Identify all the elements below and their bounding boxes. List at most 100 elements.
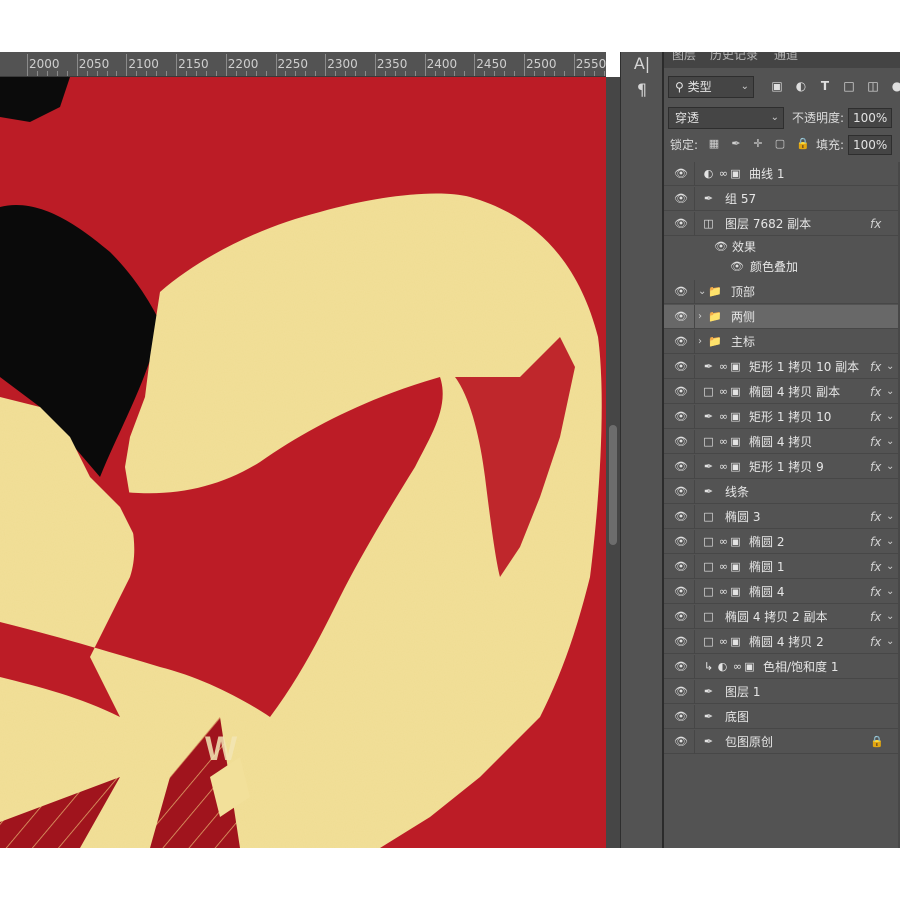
- layer-name[interactable]: 椭圆 2: [749, 530, 784, 554]
- layer-name[interactable]: 图层 1: [725, 680, 760, 704]
- layer-row[interactable]: 👁 ↳ ◐ ∞ ▣ 色相/饱和度 1: [664, 655, 898, 679]
- filter-kind-select[interactable]: ⚲ 类型 ⌄: [668, 76, 754, 98]
- blend-mode-select[interactable]: 穿透 ⌄: [668, 107, 784, 129]
- layer-name[interactable]: 主标: [731, 330, 755, 354]
- layer-row[interactable]: 👁 ✒ ∞ ▣ 矩形 1 拷贝 10 副本 fx ⌄: [664, 355, 898, 379]
- layer-mask-icon[interactable]: ▣: [729, 560, 742, 573]
- visibility-eye-icon[interactable]: 👁: [674, 168, 688, 180]
- pixel-filter-icon[interactable]: ▣: [770, 79, 784, 93]
- layer-name[interactable]: 椭圆 1: [749, 555, 784, 579]
- visibility-eye-icon[interactable]: 👁: [674, 193, 688, 205]
- chevron-down-icon[interactable]: ⌄: [886, 605, 894, 629]
- document-canvas[interactable]: W: [0, 77, 606, 848]
- visibility-eye-icon[interactable]: 👁: [674, 736, 688, 748]
- chevron-down-icon[interactable]: ⌄: [886, 530, 894, 554]
- visibility-eye-icon[interactable]: 👁: [674, 386, 688, 398]
- visibility-eye-icon[interactable]: 👁: [674, 311, 688, 323]
- visibility-eye-icon[interactable]: 👁: [674, 336, 688, 348]
- layer-name[interactable]: 图层 7682 副本: [725, 212, 811, 236]
- layer-mask-icon[interactable]: ▣: [729, 460, 742, 473]
- fill-input[interactable]: 100%: [848, 135, 892, 155]
- layer-row[interactable]: 👁 ◐ ∞ ▣ 曲线 1: [664, 162, 898, 186]
- visibility-eye-icon[interactable]: 👁: [674, 561, 688, 573]
- layer-name[interactable]: 椭圆 4 拷贝 副本: [749, 380, 840, 404]
- visibility-eye-icon[interactable]: 👁: [714, 241, 728, 253]
- visibility-eye-icon[interactable]: 👁: [674, 536, 688, 548]
- visibility-eye-icon[interactable]: 👁: [674, 636, 688, 648]
- layer-name[interactable]: 椭圆 4: [749, 580, 784, 604]
- layer-effects-icon[interactable]: fx: [870, 555, 881, 579]
- layer-name[interactable]: 线条: [725, 480, 749, 504]
- visibility-eye-icon[interactable]: 👁: [674, 461, 688, 473]
- layer-effects-icon[interactable]: fx: [870, 455, 881, 479]
- layer-row[interactable]: 👁 › 📁 主标: [664, 330, 898, 354]
- lock-transparency-icon[interactable]: ▦: [708, 138, 720, 150]
- horizontal-ruler[interactable]: 2000 2050 2100 2150 2200 2250 2300 2350 2400 2450…: [0, 52, 606, 77]
- layer-mask-icon[interactable]: ▣: [729, 360, 742, 373]
- visibility-eye-icon[interactable]: 👁: [674, 711, 688, 723]
- layer-name[interactable]: 矩形 1 拷贝 10: [749, 405, 831, 429]
- layer-row[interactable]: 👁 ✒ ∞ ▣ 矩形 1 拷贝 9 fx ⌄: [664, 455, 898, 479]
- layer-row[interactable]: 👁 ⌄ 📁 顶部: [664, 280, 898, 304]
- layer-row[interactable]: 👁 ✒ 图层 1: [664, 680, 898, 704]
- layer-row[interactable]: 👁 ◫ 图层 7682 副本 fx: [664, 212, 898, 236]
- visibility-eye-icon[interactable]: 👁: [674, 486, 688, 498]
- lock-all-icon[interactable]: 🔒: [796, 138, 810, 150]
- character-panel-icon[interactable]: A|: [633, 55, 651, 73]
- layer-effects-icon[interactable]: fx: [870, 530, 881, 554]
- chevron-down-icon[interactable]: ⌄: [886, 555, 894, 579]
- layer-row[interactable]: 👁 □ 椭圆 4 拷贝 2 副本 fx ⌄: [664, 605, 898, 629]
- visibility-eye-icon[interactable]: 👁: [674, 661, 688, 673]
- opacity-input[interactable]: 100%: [848, 108, 892, 128]
- visibility-eye-icon[interactable]: 👁: [674, 411, 688, 423]
- visibility-eye-icon[interactable]: 👁: [674, 511, 688, 523]
- chevron-down-icon[interactable]: ⌄: [886, 505, 894, 529]
- layer-effects-icon[interactable]: fx: [870, 505, 881, 529]
- layer-row[interactable]: 👁 □ ∞ ▣ 椭圆 4 fx ⌄: [664, 580, 898, 604]
- chevron-down-icon[interactable]: ⌄: [886, 405, 894, 429]
- layer-mask-icon[interactable]: ▣: [743, 660, 756, 673]
- layer-name[interactable]: 顶部: [731, 280, 755, 304]
- visibility-eye-icon[interactable]: 👁: [674, 686, 688, 698]
- layer-effects-icon[interactable]: fx: [870, 605, 881, 629]
- layer-mask-icon[interactable]: ▣: [729, 385, 742, 398]
- layer-row[interactable]: 👁 ✒ 包图原创 🔒: [664, 730, 898, 754]
- smart-object-filter-icon[interactable]: ◫: [866, 79, 880, 93]
- layer-name[interactable]: 矩形 1 拷贝 9: [749, 455, 824, 479]
- adjustment-filter-icon[interactable]: ◐: [794, 79, 808, 93]
- vertical-scrollbar[interactable]: [606, 77, 620, 848]
- chevron-down-icon[interactable]: ⌄: [698, 280, 706, 304]
- layer-name[interactable]: 椭圆 4 拷贝: [749, 430, 812, 454]
- chevron-right-icon[interactable]: ›: [698, 330, 702, 354]
- tab-channels[interactable]: 通道: [774, 52, 798, 63]
- layer-row[interactable]: 👁 ✒ 线条: [664, 480, 898, 504]
- layer-mask-icon[interactable]: ▣: [729, 585, 742, 598]
- visibility-eye-icon[interactable]: 👁: [674, 361, 688, 373]
- tab-layers[interactable]: 图层: [672, 52, 696, 63]
- layer-name[interactable]: 曲线 1: [749, 162, 784, 186]
- layer-mask-icon[interactable]: ▣: [729, 435, 742, 448]
- layer-effects-icon[interactable]: fx: [870, 405, 881, 429]
- chevron-down-icon[interactable]: ⌄: [886, 380, 894, 404]
- layer-effects-icon[interactable]: fx: [870, 355, 881, 379]
- layer-row[interactable]: 👁 □ ∞ ▣ 椭圆 4 拷贝 fx ⌄: [664, 430, 898, 454]
- layer-row[interactable]: 👁 □ ∞ ▣ 椭圆 1 fx ⌄: [664, 555, 898, 579]
- chevron-down-icon[interactable]: ⌄: [886, 630, 894, 654]
- layer-row[interactable]: 👁 □ ∞ ▣ 椭圆 4 拷贝 2 fx ⌄: [664, 630, 898, 654]
- visibility-eye-icon[interactable]: 👁: [674, 586, 688, 598]
- layer-effects-icon[interactable]: fx: [870, 580, 881, 604]
- lock-position-icon[interactable]: ✛: [752, 138, 764, 150]
- effect-item-row[interactable]: 👁 颜色叠加: [664, 257, 898, 277]
- layer-mask-icon[interactable]: ▣: [729, 167, 742, 180]
- layer-name[interactable]: 包图原创: [725, 730, 773, 754]
- effects-group-row[interactable]: 👁 效果: [664, 237, 898, 257]
- layer-row[interactable]: 👁 □ ∞ ▣ 椭圆 2 fx ⌄: [664, 530, 898, 554]
- layer-row[interactable]: 👁 □ ∞ ▣ 椭圆 4 拷贝 副本 fx ⌄: [664, 380, 898, 404]
- chevron-down-icon[interactable]: ⌄: [886, 580, 894, 604]
- layer-mask-icon[interactable]: ▣: [729, 635, 742, 648]
- layer-row[interactable]: 👁 ✒ 底图: [664, 705, 898, 729]
- filter-toggle-icon[interactable]: ●: [890, 79, 900, 93]
- layer-name[interactable]: 色相/饱和度 1: [763, 655, 839, 679]
- lock-pixels-icon[interactable]: ✒: [730, 138, 742, 150]
- paragraph-panel-icon[interactable]: ¶: [633, 81, 651, 99]
